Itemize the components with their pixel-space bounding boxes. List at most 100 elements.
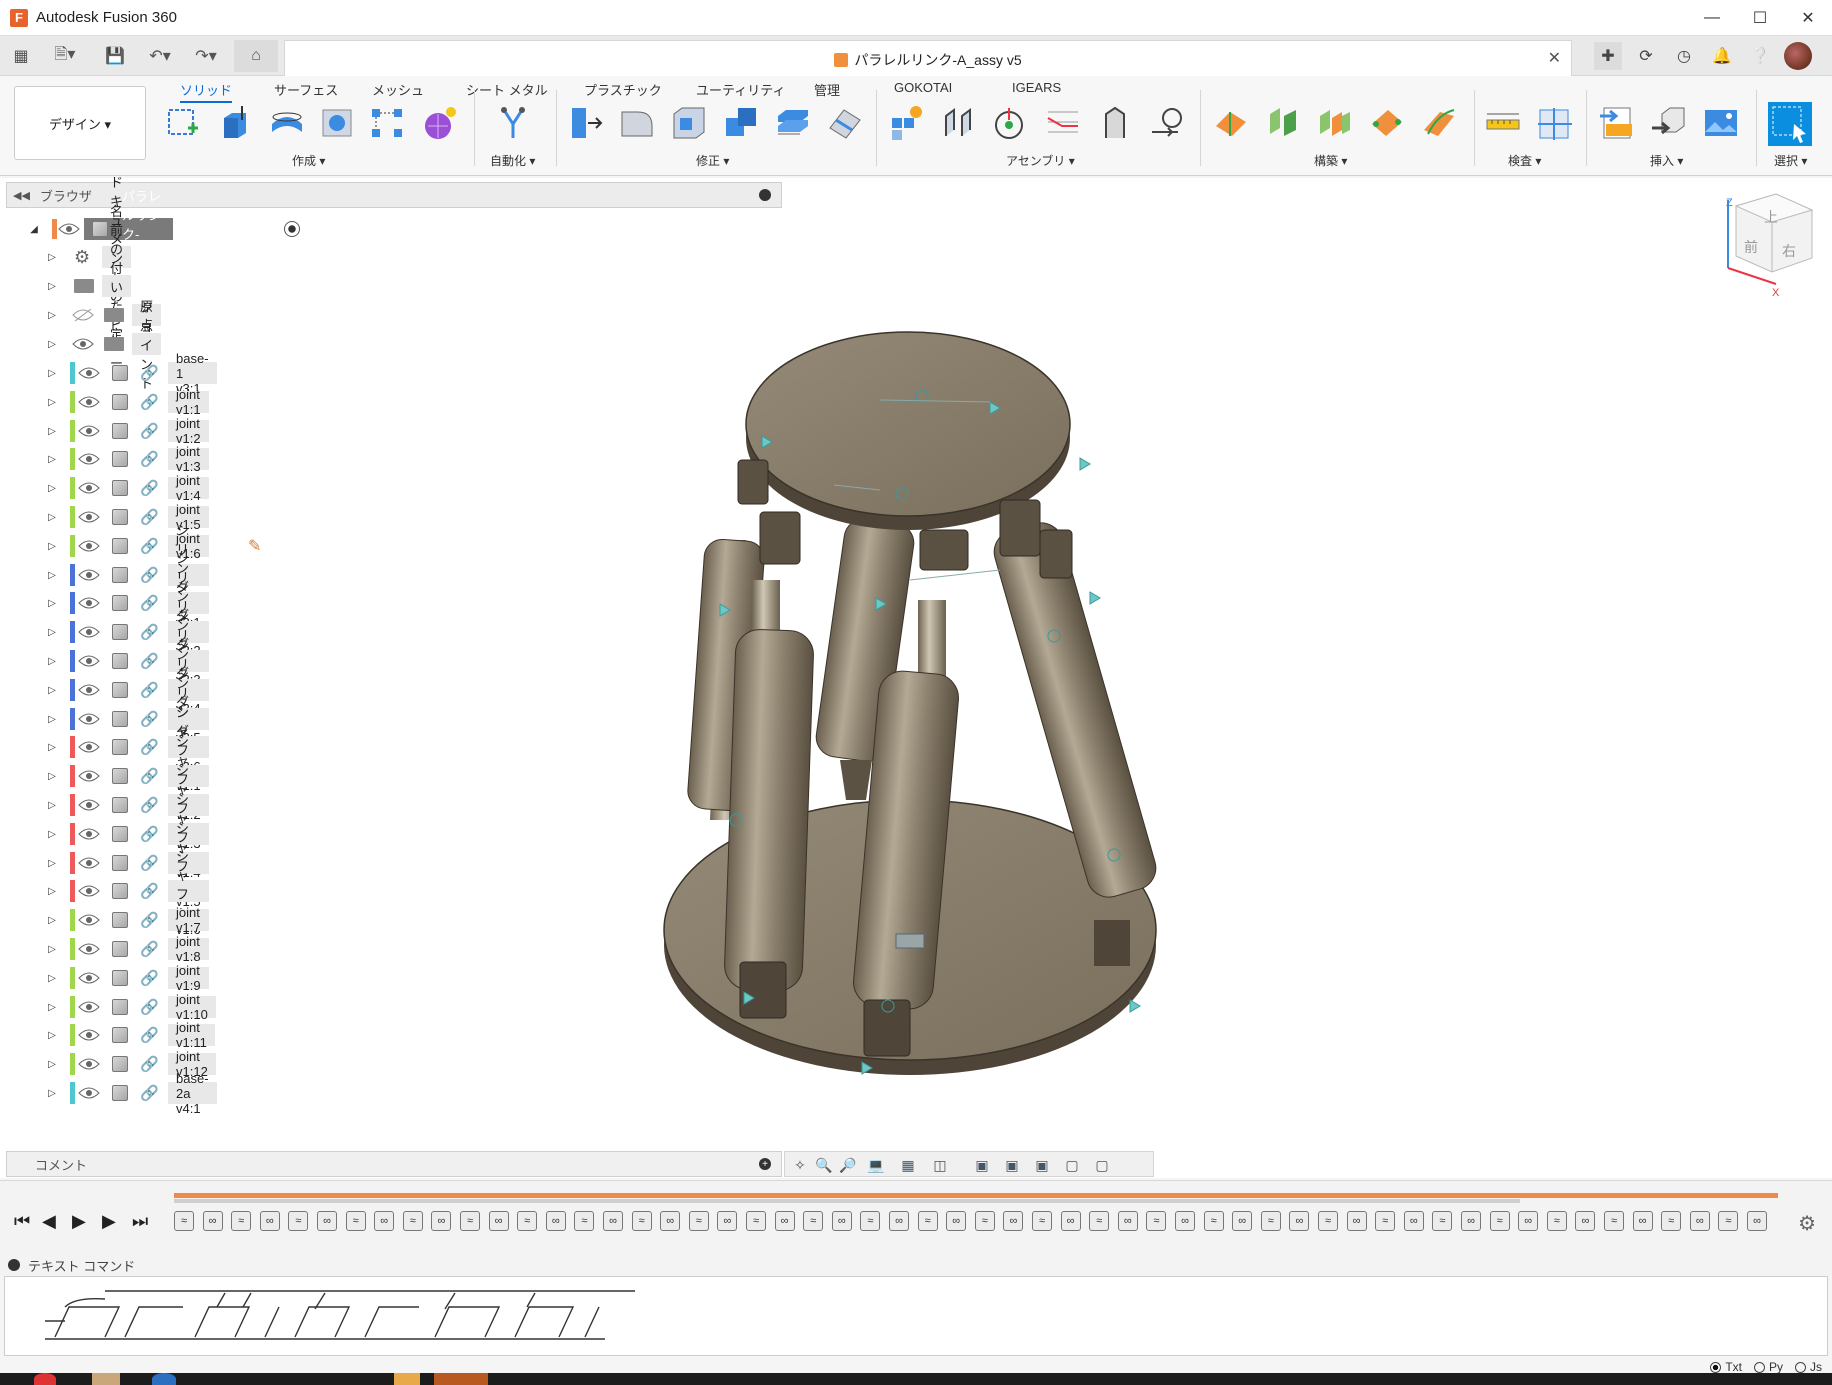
radio-py[interactable] [1753, 1361, 1765, 1373]
group-label-assemble[interactable]: アセンブリ ▾ [1006, 152, 1075, 169]
job-status-icon[interactable]: ⟳ [1632, 42, 1660, 70]
fillet-icon[interactable] [618, 104, 656, 142]
timeline-joint-icon[interactable]: ∞ [1632, 1211, 1653, 1231]
timeline-link-icon[interactable]: ≈ [231, 1211, 252, 1231]
timeline-joint-icon[interactable]: ∞ [202, 1211, 223, 1231]
component-label[interactable]: base-2a v4:1 [168, 1071, 217, 1116]
tab-surface[interactable]: サーフェス [274, 80, 338, 99]
visibility-eye-icon[interactable] [78, 798, 100, 812]
timeline-link-icon[interactable]: ≈ [288, 1211, 309, 1231]
visibility-eye-icon[interactable] [72, 337, 94, 351]
taskbar-app-icon[interactable] [394, 1373, 420, 1385]
timeline-end-icon[interactable]: ⏭ [132, 1211, 148, 1232]
tab-igears[interactable]: IGEARS [1012, 80, 1061, 95]
timeline-link-icon[interactable]: ≈ [917, 1211, 938, 1231]
collapse-triangle-icon[interactable]: ◢ [28, 223, 40, 235]
timeline-joint-icon[interactable]: ∞ [1060, 1211, 1081, 1231]
expand-triangle-icon[interactable]: ▷ [46, 569, 58, 581]
timeline-joint-icon[interactable]: ∞ [431, 1211, 452, 1231]
timeline-joint-icon[interactable]: ∞ [1003, 1211, 1024, 1231]
group-label-inspect[interactable]: 検査 ▾ [1508, 152, 1541, 169]
timeline-next-icon[interactable]: ▶ [102, 1211, 116, 1232]
timeline-link-icon[interactable]: ≈ [574, 1211, 595, 1231]
tab-utility[interactable]: ユーティリティ [696, 80, 785, 99]
visibility-eye-icon[interactable] [78, 1057, 100, 1071]
view-hidden-icon[interactable]: ▢ [1091, 1155, 1113, 1175]
expand-triangle-icon[interactable]: ▷ [46, 367, 58, 379]
motion-link-icon[interactable] [1148, 104, 1186, 142]
timeline-link-icon[interactable]: ≈ [1604, 1211, 1624, 1231]
timeline-link-icon[interactable]: ≈ [1318, 1211, 1338, 1231]
timeline-link-icon[interactable]: ≈ [1375, 1211, 1396, 1231]
redo-icon[interactable]: ↷▾ [188, 44, 224, 68]
visibility-eye-icon[interactable] [78, 712, 100, 726]
tab-solid[interactable]: ソリッド [180, 80, 233, 103]
text-command-console[interactable] [4, 1276, 1828, 1356]
timeline-link-icon[interactable]: ≈ [402, 1211, 423, 1231]
form-icon[interactable] [420, 104, 458, 142]
create-sketch-icon[interactable] [164, 104, 202, 142]
expand-triangle-icon[interactable]: ▷ [46, 741, 58, 753]
tab-plastic[interactable]: プラスチック [584, 80, 662, 99]
timeline-link-icon[interactable]: ≈ [1146, 1211, 1167, 1231]
press-pull-icon[interactable] [566, 104, 604, 142]
component-label[interactable]: joint v1:11 [168, 1020, 215, 1050]
folder-label[interactable]: ジョイント [132, 300, 162, 391]
timeline-joint-icon[interactable]: ∞ [374, 1211, 395, 1231]
visibility-eye-icon[interactable] [78, 539, 100, 553]
extrude-icon[interactable] [216, 104, 254, 142]
group-label-automate[interactable]: 自動化 ▾ [490, 152, 535, 169]
visibility-eye-icon[interactable] [78, 1086, 100, 1100]
new-component-icon[interactable] [888, 104, 926, 142]
plane-at-angle-icon[interactable] [1264, 104, 1302, 142]
tab-mesh[interactable]: メッシュ [372, 80, 424, 99]
component-label[interactable]: シャフト v1:6 [168, 849, 209, 937]
expand-triangle-icon[interactable]: ▷ [46, 1087, 58, 1099]
expand-triangle-icon[interactable]: ▷ [46, 857, 58, 869]
expand-triangle-icon[interactable]: ▷ [46, 972, 58, 984]
expand-triangle-icon[interactable]: ▷ [46, 540, 58, 552]
joint-icon[interactable] [940, 104, 978, 142]
timeline-link-icon[interactable]: ≈ [1089, 1211, 1110, 1231]
timeline-link-icon[interactable]: ≈ [860, 1211, 881, 1231]
timeline-link-icon[interactable]: ≈ [460, 1211, 480, 1231]
home-icon[interactable]: ⌂ [234, 40, 278, 72]
expand-triangle-icon[interactable]: ▷ [46, 655, 58, 667]
visibility-eye-icon[interactable] [78, 971, 100, 985]
timeline-progress-bar[interactable] [174, 1193, 1778, 1198]
option-js[interactable]: Js [1795, 1360, 1822, 1374]
group-label-insert[interactable]: 挿入 ▾ [1650, 152, 1683, 169]
plane-through-points-icon[interactable] [1368, 104, 1406, 142]
as-built-joint-icon[interactable] [992, 104, 1030, 142]
timeline-joint-icon[interactable]: ∞ [717, 1211, 738, 1231]
hole-icon[interactable] [318, 104, 356, 142]
group-label-modify[interactable]: 修正 ▾ [696, 152, 729, 169]
expand-triangle-icon[interactable]: ▷ [46, 597, 58, 609]
rigid-group-icon[interactable] [1096, 104, 1134, 142]
view-wireframe-icon[interactable]: ▢ [1061, 1155, 1083, 1175]
orbit-icon[interactable]: ✧ [789, 1155, 811, 1175]
timeline-joint-icon[interactable]: ∞ [889, 1211, 909, 1231]
timeline-prev-icon[interactable]: ◀ [42, 1211, 56, 1232]
component-label[interactable]: joint v1:4 [168, 473, 209, 503]
visibility-eye-icon[interactable] [78, 1000, 100, 1014]
timeline-link-icon[interactable]: ≈ [1260, 1211, 1281, 1231]
timeline-link-icon[interactable]: ≈ [1661, 1211, 1682, 1231]
edit-pencil-icon[interactable]: ✎ [248, 536, 261, 556]
model-canvas[interactable]: Z X 上 前 右 [0, 178, 1832, 1178]
hidden-eye-icon[interactable] [72, 308, 94, 322]
expand-triangle-icon[interactable]: ▷ [46, 914, 58, 926]
timeline-joint-icon[interactable]: ∞ [1346, 1211, 1367, 1231]
timeline-link-icon[interactable]: ≈ [746, 1211, 766, 1231]
expand-triangle-icon[interactable]: ▷ [46, 1029, 58, 1041]
timeline-link-icon[interactable]: ≈ [1203, 1211, 1224, 1231]
timeline-joint-icon[interactable]: ∞ [774, 1211, 795, 1231]
visibility-eye-icon[interactable] [78, 510, 100, 524]
add-comment-icon[interactable]: + [759, 1158, 771, 1170]
timeline-joint-icon[interactable]: ∞ [1175, 1211, 1195, 1231]
group-label-create[interactable]: 作成 ▾ [292, 152, 325, 169]
canvas-icon[interactable] [1702, 104, 1740, 142]
visibility-eye-icon[interactable] [78, 827, 100, 841]
expand-triangle-icon[interactable]: ▷ [46, 770, 58, 782]
timeline-joint-icon[interactable]: ∞ [660, 1211, 681, 1231]
